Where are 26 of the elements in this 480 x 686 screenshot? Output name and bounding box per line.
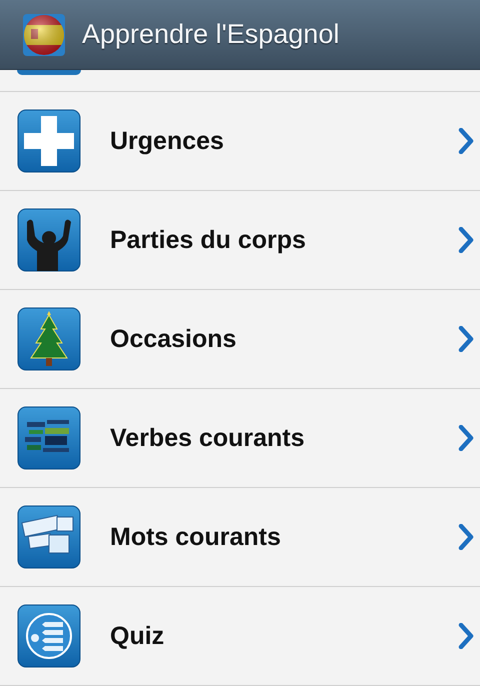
category-label: Verbes courants <box>110 424 306 452</box>
category-label: Parties du corps <box>110 226 307 254</box>
category-label: Urgences <box>110 126 225 156</box>
category-label: Mots courants <box>110 522 282 552</box>
category-row[interactable]: Mots courants <box>0 488 480 587</box>
spain-flag-icon <box>22 12 66 56</box>
app-title: Apprendre l'Espagnol <box>82 19 340 50</box>
category-row[interactable]: Parties du corps <box>0 191 480 290</box>
person-icon <box>17 208 81 272</box>
chevron-right-icon <box>458 128 474 154</box>
category-row[interactable]: Verbes courants <box>0 389 480 488</box>
tree-icon <box>17 307 81 371</box>
category-row[interactable]: Quiz <box>0 587 480 686</box>
chevron-right-icon <box>458 227 474 253</box>
category-row[interactable]: Urgences <box>0 92 480 191</box>
chevron-right-icon <box>458 623 474 649</box>
category-label: Quiz <box>110 622 166 650</box>
category-row[interactable]: Occasions <box>0 290 480 389</box>
chevron-right-icon <box>458 524 474 550</box>
chevron-right-icon <box>458 326 474 352</box>
category-label: Occasions <box>110 324 238 354</box>
word-cloud-icon <box>17 406 81 470</box>
quiz-icon <box>17 604 81 668</box>
cross-icon <box>17 109 81 173</box>
cards-icon <box>17 505 81 569</box>
chevron-right-icon <box>458 425 474 451</box>
